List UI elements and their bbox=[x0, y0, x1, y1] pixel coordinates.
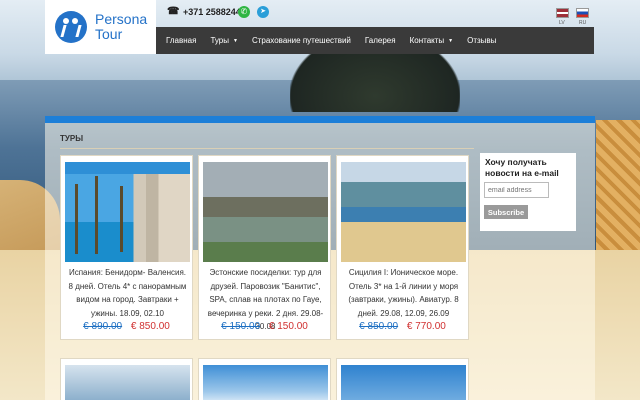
logo-text-line2: Tour bbox=[95, 26, 123, 42]
tour-description[interactable]: Сицилия I: Ионическое море. Отель 3* на … bbox=[343, 266, 464, 320]
main-navigation: Главная Туры ▼ Страхование путешествий Га… bbox=[156, 27, 594, 54]
email-field[interactable] bbox=[484, 182, 549, 198]
page-title: ТУРЫ bbox=[60, 134, 84, 143]
logo-people-icon bbox=[55, 11, 87, 43]
nav-item-home[interactable]: Главная bbox=[166, 36, 196, 45]
tour-card[interactable] bbox=[198, 358, 331, 400]
old-price: € 890.00 bbox=[83, 321, 123, 332]
tour-card[interactable]: Испания: Бенидорм- Валенсия. 8 дней. Оте… bbox=[60, 155, 193, 340]
telegram-icon[interactable]: ➤ bbox=[257, 6, 269, 18]
tour-image-estonia[interactable] bbox=[203, 162, 328, 262]
tour-prices: € 150.00 € 150.00 bbox=[199, 321, 330, 332]
nav-item-reviews[interactable]: Отзывы bbox=[467, 36, 496, 45]
whatsapp-icon[interactable]: ✆ bbox=[238, 6, 250, 18]
nav-item-gallery[interactable]: Галерея bbox=[365, 36, 396, 45]
tour-prices: € 850.00 € 770.00 bbox=[337, 321, 468, 332]
tour-image-benidorm[interactable] bbox=[65, 162, 190, 262]
logo-text-line1: Persona bbox=[95, 11, 148, 27]
title-divider bbox=[60, 148, 474, 149]
language-flag-ru[interactable] bbox=[576, 8, 589, 18]
new-price: € 850.00 bbox=[130, 321, 170, 332]
language-flag-lv[interactable] bbox=[556, 8, 569, 18]
tour-prices: € 890.00 € 850.00 bbox=[61, 321, 192, 332]
tour-card[interactable]: Сицилия I: Ионическое море. Отель 3* на … bbox=[336, 155, 469, 340]
subscribe-button[interactable]: Subscribe bbox=[484, 205, 528, 219]
phone-number: +371 25882445 bbox=[183, 7, 246, 17]
tour-image[interactable] bbox=[65, 365, 190, 400]
tour-description[interactable]: Испания: Бенидорм- Валенсия. 8 дней. Оте… bbox=[67, 266, 188, 320]
nav-item-tours[interactable]: Туры ▼ bbox=[210, 36, 238, 45]
language-label-ru: RU bbox=[579, 20, 587, 26]
nav-item-insurance[interactable]: Страхование путешествий bbox=[252, 36, 351, 45]
logo-text: Persona Tour bbox=[95, 12, 147, 42]
phone-icon: ☎ bbox=[167, 6, 180, 17]
newsletter-widget: Хочу получать новости на e-mail Subscrib… bbox=[480, 153, 576, 231]
chevron-down-icon: ▼ bbox=[448, 37, 454, 44]
content-top-bar bbox=[45, 116, 595, 123]
tour-image[interactable] bbox=[341, 365, 466, 400]
newsletter-title: Хочу получать новости на e-mail bbox=[485, 157, 559, 178]
new-price: € 770.00 bbox=[406, 321, 446, 332]
old-price: € 150.00 bbox=[221, 321, 261, 332]
tour-card[interactable] bbox=[60, 358, 193, 400]
old-price: € 850.00 bbox=[359, 321, 399, 332]
new-price: € 150.00 bbox=[268, 321, 308, 332]
tour-card[interactable]: Эстонские посиделки: тур для друзей. Пар… bbox=[198, 155, 331, 340]
nav-item-contacts[interactable]: Контакты ▼ bbox=[410, 36, 454, 45]
tour-image[interactable] bbox=[203, 365, 328, 400]
background-sand-right bbox=[596, 120, 640, 250]
site-logo[interactable]: Persona Tour bbox=[45, 0, 156, 54]
chevron-down-icon: ▼ bbox=[233, 37, 238, 44]
header-phone[interactable]: ☎ +371 25882445 bbox=[167, 6, 246, 18]
tour-card[interactable] bbox=[336, 358, 469, 400]
language-label-lv: LV bbox=[559, 20, 565, 26]
tour-image-sicily[interactable] bbox=[341, 162, 466, 262]
